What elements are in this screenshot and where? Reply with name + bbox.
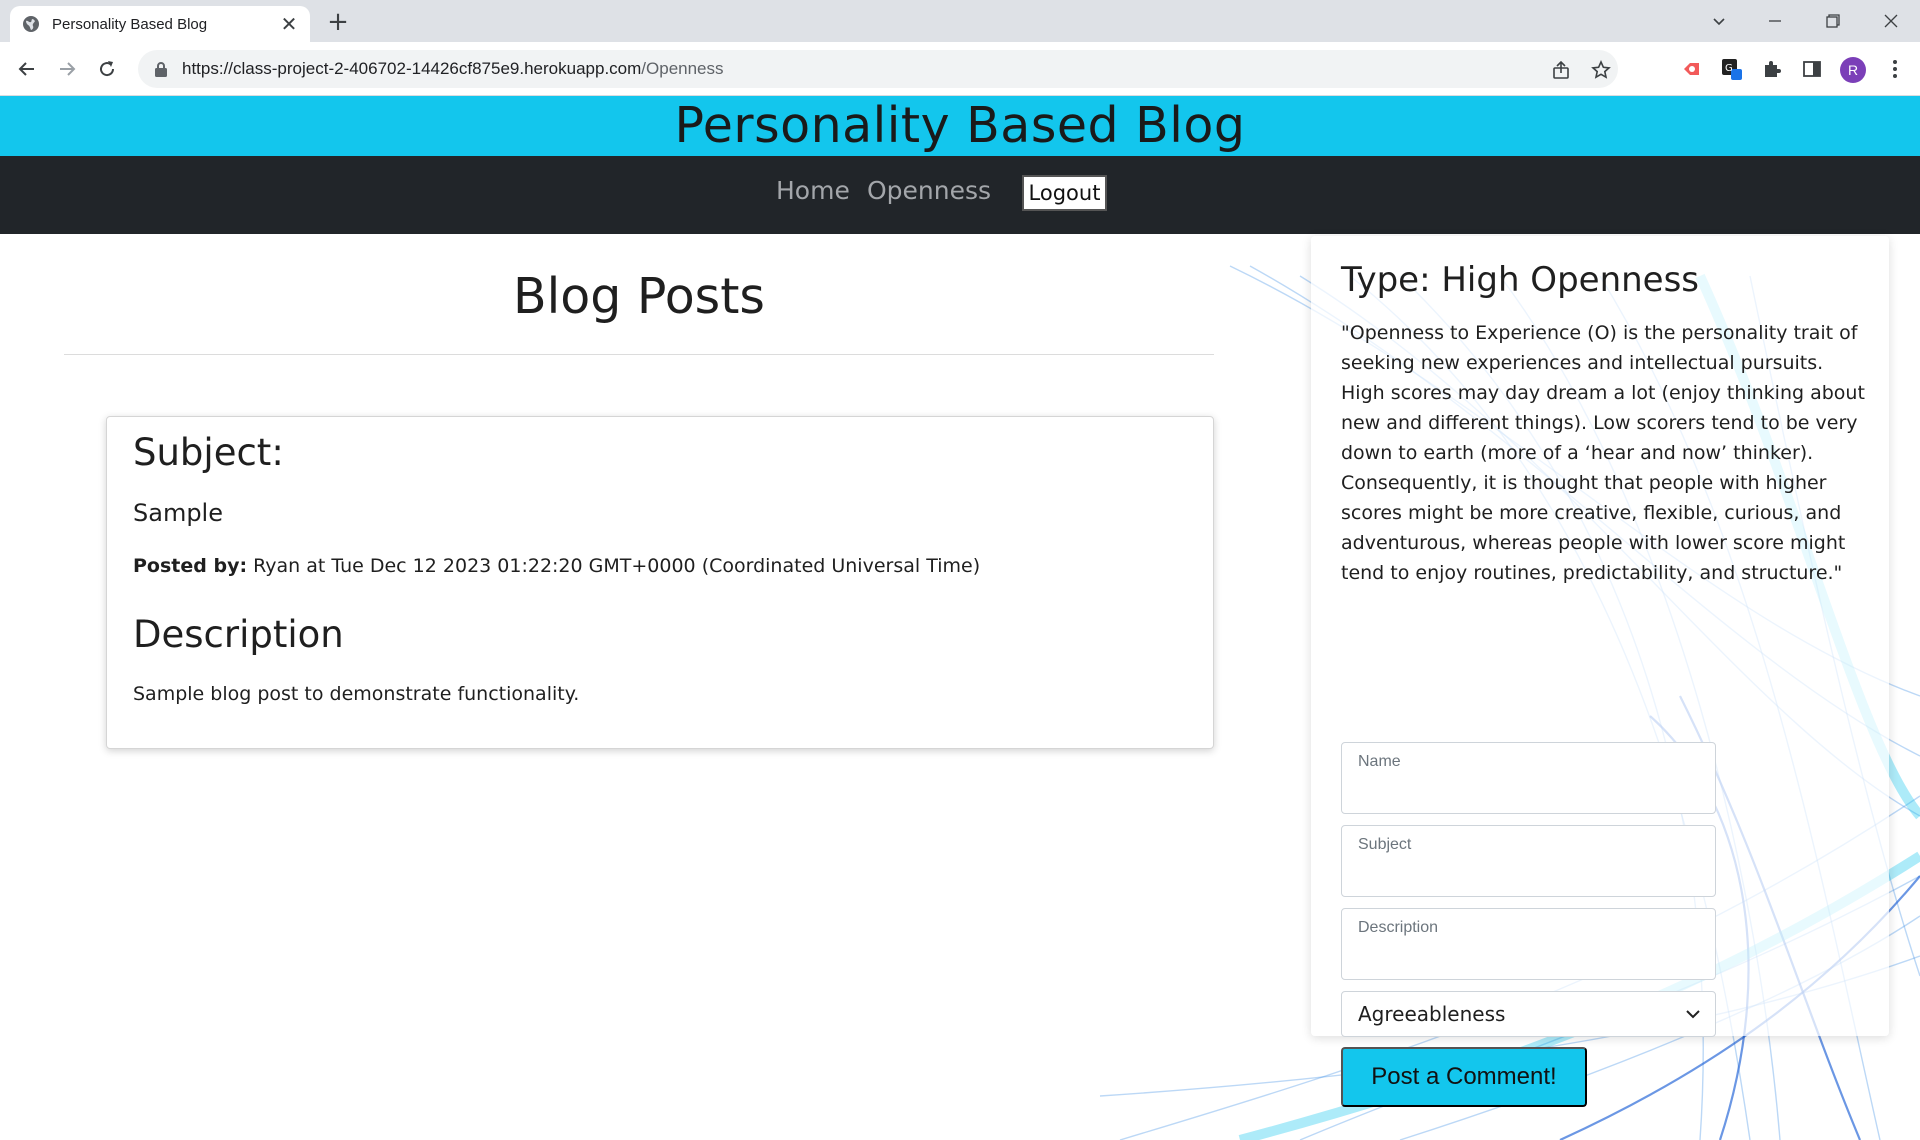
minimize-icon[interactable]	[1752, 6, 1798, 36]
site-navbar: Home Openness Logout	[0, 156, 1920, 234]
name-field[interactable]: Name	[1341, 742, 1716, 814]
description-field[interactable]: Description	[1341, 908, 1716, 980]
site-title: Personality Based Blog	[674, 97, 1246, 154]
post-comment-button[interactable]: Post a Comment!	[1341, 1047, 1587, 1107]
web-page: Personality Based Blog Home Openness Log…	[0, 96, 1920, 1140]
site-header: Personality Based Blog	[0, 96, 1920, 156]
post-subject: Sample	[133, 499, 223, 527]
side-panel-icon[interactable]	[1799, 56, 1825, 82]
logout-button[interactable]: Logout	[1022, 175, 1107, 211]
tab-close-icon[interactable]: ✕	[280, 14, 298, 34]
subject-field-label: Subject	[1358, 836, 1412, 853]
profile-avatar[interactable]: R	[1840, 57, 1866, 83]
browser-tab-strip: Personality Based Blog ✕ +	[0, 0, 1920, 42]
posted-by-value: Ryan at Tue Dec 12 2023 01:22:20 GMT+000…	[253, 555, 981, 577]
description-input[interactable]	[1358, 943, 1698, 971]
personality-sidebar: Type: High Openness "Openness to Experie…	[1311, 236, 1889, 1107]
description-field-label: Description	[1358, 919, 1439, 936]
forward-arrow-icon[interactable]	[51, 53, 83, 85]
blog-posts-heading: Blog Posts	[513, 268, 765, 325]
tab-search-icon[interactable]	[1696, 6, 1742, 36]
post-description-label: Description	[133, 613, 344, 656]
extension-red-icon[interactable]	[1679, 56, 1705, 82]
browser-tab[interactable]: Personality Based Blog ✕	[10, 6, 310, 42]
tab-title: Personality Based Blog	[52, 15, 208, 33]
share-icon[interactable]	[1550, 59, 1572, 81]
address-bar[interactable]: https://class-project-2-406702-14426cf87…	[138, 50, 1618, 88]
name-input[interactable]	[1358, 777, 1698, 805]
reload-icon[interactable]	[91, 53, 123, 85]
extensions-puzzle-icon[interactable]	[1759, 56, 1785, 82]
heading-divider	[64, 354, 1214, 355]
svg-text:G: G	[1725, 63, 1733, 74]
select-value: Agreeableness	[1358, 1002, 1506, 1026]
url-text: https://class-project-2-406702-14426cf87…	[182, 59, 724, 79]
post-subject-label: Subject:	[133, 431, 284, 474]
bookmark-star-icon[interactable]	[1590, 59, 1612, 81]
kebab-menu-icon[interactable]	[1882, 56, 1908, 82]
url-path: /Openness	[641, 59, 724, 78]
url-host: https://class-project-2-406702-14426cf87…	[182, 59, 642, 78]
name-field-label: Name	[1358, 753, 1401, 770]
posted-by-label: Posted by:	[133, 555, 248, 577]
lock-icon	[155, 62, 167, 77]
restore-icon[interactable]	[1810, 6, 1856, 36]
globe-icon	[23, 16, 39, 32]
back-arrow-icon[interactable]	[11, 53, 43, 85]
chevron-down-icon	[1686, 1010, 1700, 1019]
nav-openness-link[interactable]: Openness	[867, 176, 991, 205]
close-window-icon[interactable]	[1868, 6, 1914, 36]
personality-type-heading: Type: High Openness	[1341, 260, 1700, 300]
subject-field[interactable]: Subject	[1341, 825, 1716, 897]
post-description: Sample blog post to demonstrate function…	[133, 683, 580, 705]
personality-type-select[interactable]: Agreeableness	[1341, 991, 1716, 1037]
new-tab-button[interactable]: +	[324, 9, 352, 37]
post-meta: Posted by: Ryan at Tue Dec 12 2023 01:22…	[133, 555, 980, 577]
personality-type-description: "Openness to Experience (O) is the perso…	[1341, 322, 1865, 584]
browser-toolbar: https://class-project-2-406702-14426cf87…	[0, 42, 1920, 96]
extension-dark-icon[interactable]: G	[1719, 56, 1745, 82]
blog-post-card: Subject: Sample Posted by: Ryan at Tue D…	[106, 416, 1214, 749]
subject-input[interactable]	[1358, 860, 1698, 888]
nav-home-link[interactable]: Home	[776, 176, 850, 205]
